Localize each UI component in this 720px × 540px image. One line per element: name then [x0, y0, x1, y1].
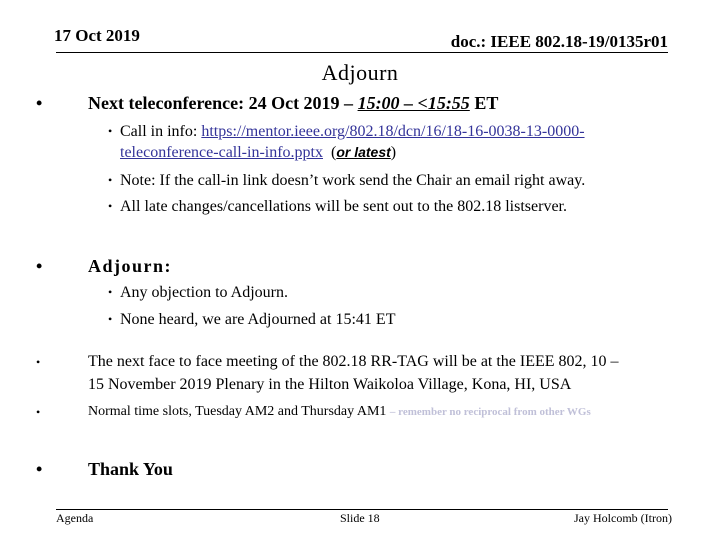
bullet-icon: • — [36, 355, 41, 369]
footer-left: Agenda — [56, 511, 94, 525]
bullet-icon: • — [108, 285, 113, 299]
bullet-icon: • — [108, 124, 113, 138]
header-divider — [56, 52, 668, 53]
call-in-link-continued[interactable]: teleconference-call-in-info.pptx — [120, 144, 323, 161]
or-latest-close: ) — [390, 144, 397, 161]
face-to-face-line1: The next face to face meeting of the 802… — [88, 353, 619, 370]
header-date: 17 Oct 2019 — [54, 26, 140, 45]
time-slots-text: Normal time slots, Tuesday AM2 and Thurs… — [88, 404, 390, 419]
thank-you-text: Thank You — [88, 459, 173, 479]
teleconference-label: Next teleconference: 24 Oct 2019 – — [88, 93, 358, 113]
time-slots-note: – remember no reciprocal from other WGs — [389, 406, 591, 418]
call-in-link[interactable]: https://mentor.ieee.org/802.18/dcn/16/18… — [201, 123, 584, 140]
bullet-icon: • — [36, 459, 43, 479]
note-text: Note: If the call-in link doesn’t work s… — [120, 172, 586, 189]
footer-divider — [56, 509, 668, 510]
bullet-icon: • — [36, 256, 43, 276]
footer-slide-number: Slide 18 — [340, 511, 380, 525]
teleconference-time: 15:00 – <15:55 — [357, 93, 470, 113]
adjourn-objection-text: Any objection to Adjourn. — [120, 284, 288, 301]
bullet-icon: • — [36, 93, 43, 113]
or-latest-label: or latest — [336, 144, 391, 160]
footer-author: Jay Holcomb (Itron) — [574, 511, 672, 525]
slide-title: Adjourn — [321, 60, 399, 85]
teleconference-tz: ET — [469, 93, 499, 113]
adjourn-label: Adjourn: — [88, 256, 173, 276]
bullet-icon: • — [108, 312, 113, 326]
bullet-icon: • — [108, 199, 113, 213]
bullet-icon: • — [108, 173, 113, 187]
adjourned-time-text: None heard, we are Adjourned at 15:41 ET — [120, 311, 396, 328]
face-to-face-line2: 15 November 2019 Plenary in the Hilton W… — [88, 376, 572, 393]
late-changes-text: All late changes/cancellations will be s… — [120, 198, 567, 215]
bullet-icon: • — [36, 405, 41, 419]
call-in-prefix: Call in info: — [120, 123, 202, 140]
header-doc-id: doc.: IEEE 802.18-19/0135r01 — [450, 32, 668, 51]
